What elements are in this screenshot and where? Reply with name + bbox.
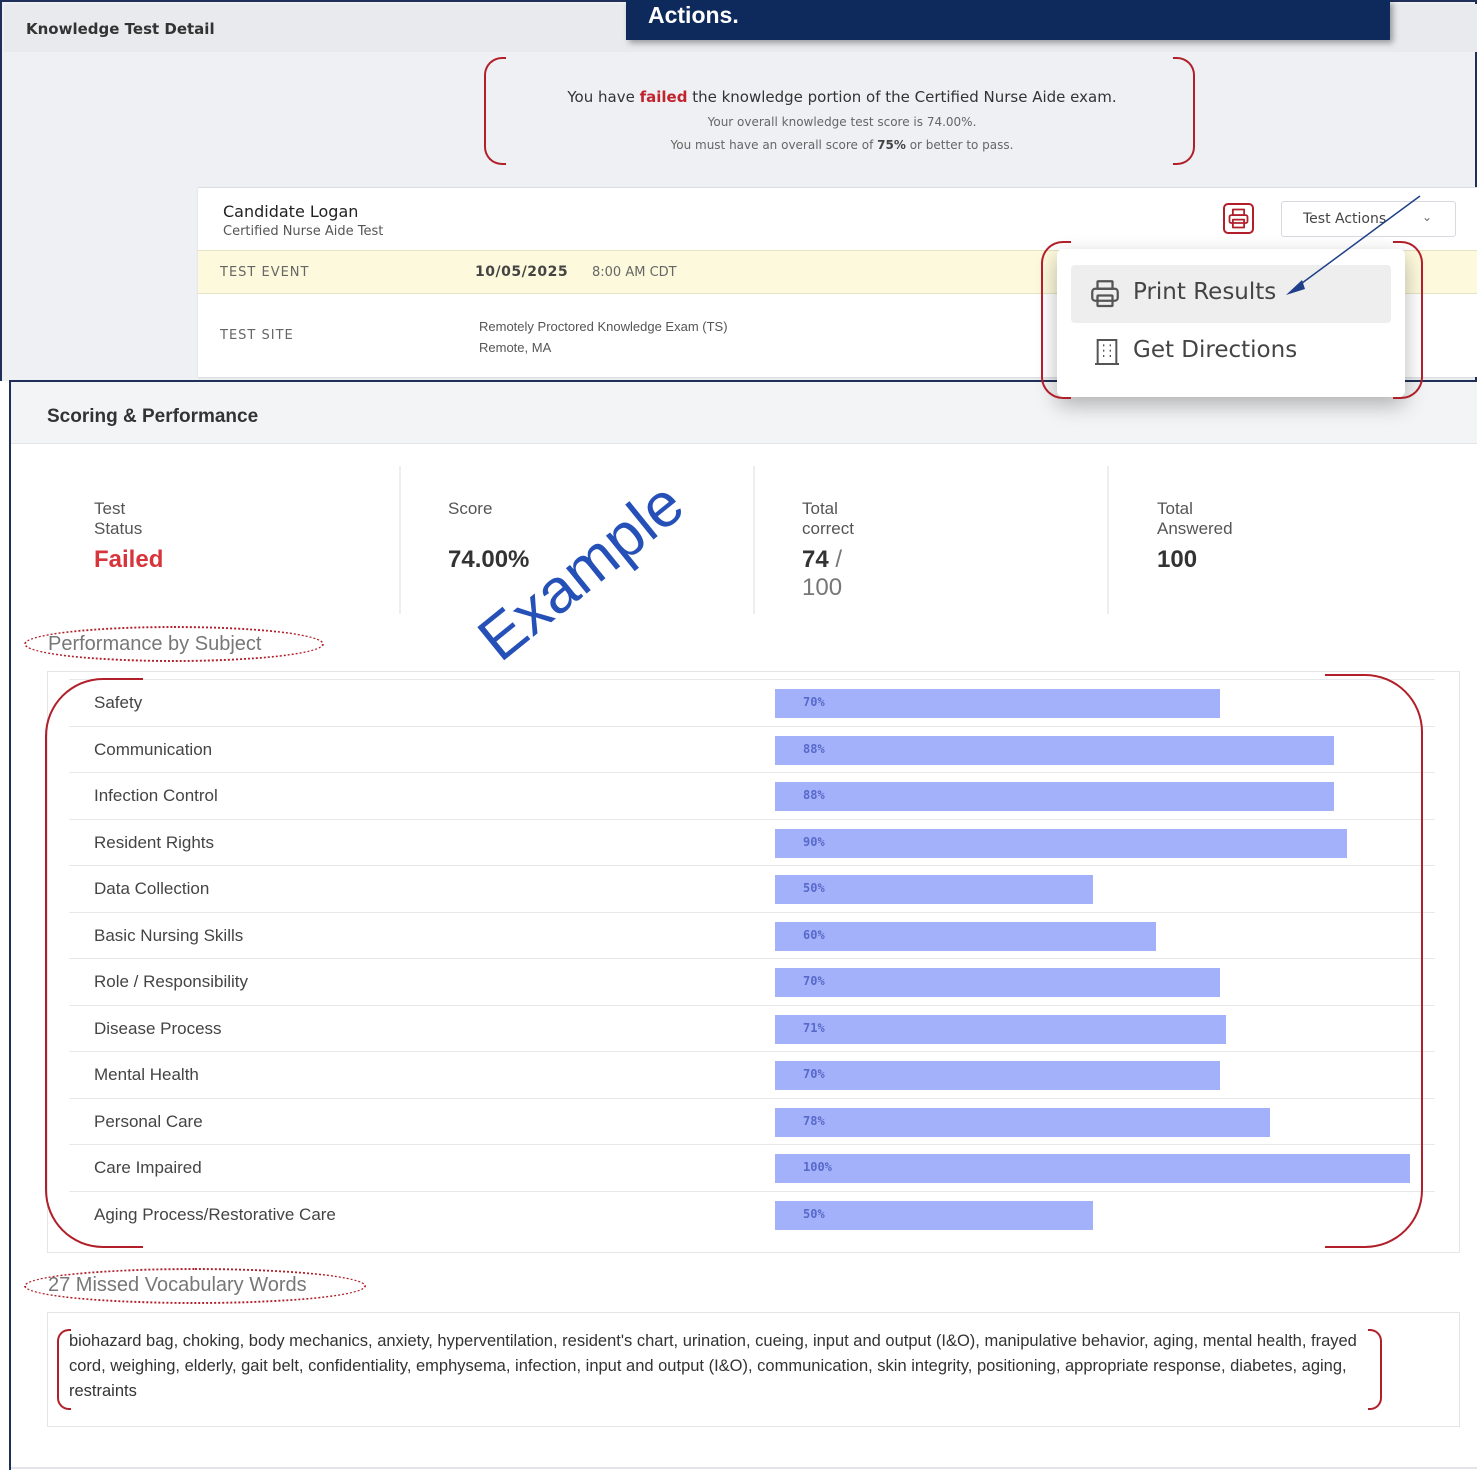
vocab-bracket-left xyxy=(57,1329,71,1410)
print-results-label: Print Results xyxy=(1133,279,1277,305)
subject-row: Infection Control 88% xyxy=(69,772,1435,819)
subject-row: Safety 70% xyxy=(69,679,1435,726)
subject-row: Role / Responsibility 70% xyxy=(69,958,1435,1005)
subject-score-label: 100% xyxy=(803,1160,832,1174)
subject-score-label: 88% xyxy=(803,741,825,756)
stat-divider xyxy=(1107,466,1109,614)
subject-row: Basic Nursing Skills 60% xyxy=(69,911,1435,959)
subject-score-label: 78% xyxy=(803,1113,825,1128)
subject-score-bar: 50% xyxy=(775,875,1093,904)
subject-score-bar: 60% xyxy=(775,921,1156,951)
test-status-value: Failed xyxy=(94,546,164,573)
subject-score-bar: 88% xyxy=(775,782,1334,811)
subject-score-bar: 78% xyxy=(775,1107,1271,1137)
subject-score-bar: 70% xyxy=(775,968,1220,997)
subject-row: Resident Rights 90% xyxy=(69,818,1435,866)
callout-text: Actions. xyxy=(648,2,739,28)
vocab-bracket-right xyxy=(1368,1329,1382,1410)
subject-row: Aging Process/Restorative Care 50% xyxy=(69,1190,1435,1238)
subject-row: Disease Process 71% xyxy=(69,1004,1435,1052)
subject-score-label: 70% xyxy=(803,1067,825,1081)
test-event-label: TEST EVENT xyxy=(220,265,310,280)
test-site-name: Remotely Proctored Knowledge Exam (TS) xyxy=(479,319,728,334)
stat-divider xyxy=(753,466,755,614)
vocabulary-title-highlight xyxy=(24,1268,366,1304)
subject-score-label: 70% xyxy=(803,695,825,709)
message-bracket-right xyxy=(1173,57,1195,165)
subject-score-label: 50% xyxy=(803,881,825,895)
chart-bracket-right xyxy=(1325,674,1423,1248)
missed-vocabulary-list: biohazard bag, choking, body mechanics, … xyxy=(69,1332,1357,1400)
subject-score-bar: 90% xyxy=(775,828,1347,858)
subject-score-label: 88% xyxy=(803,788,825,802)
subject-score-label: 70% xyxy=(803,974,825,988)
subject-score-bar: 50% xyxy=(775,1200,1093,1230)
test-site-location: Remote, MA xyxy=(479,340,552,355)
performance-title-highlight xyxy=(24,626,324,662)
message-bracket-left xyxy=(484,57,506,165)
score-value: 74.00% xyxy=(448,546,530,573)
subject-score-label: 71% xyxy=(803,1020,825,1035)
print-button[interactable] xyxy=(1223,203,1254,234)
test-event-time: 8:00 AM CDT xyxy=(592,265,677,280)
overall-score-text: Your overall knowledge test score is 74.… xyxy=(707,115,977,129)
get-directions-label: Get Directions xyxy=(1133,337,1298,363)
test-site-label: TEST SITE xyxy=(220,328,294,343)
subject-score-bar: 71% xyxy=(775,1014,1226,1044)
subject-row: Communication 88% xyxy=(69,725,1435,773)
subject-row: Mental Health 70% xyxy=(69,1051,1435,1098)
subject-row: Care Impaired 100% xyxy=(69,1144,1435,1191)
subject-score-label: 90% xyxy=(803,834,825,849)
stat-divider xyxy=(399,466,401,614)
test-name: Certified Nurse Aide Test xyxy=(223,224,384,239)
callout-banner: Actions. xyxy=(626,0,1390,40)
callout-arrow xyxy=(1286,195,1421,295)
result-message-main: You have failed the knowledge portion of… xyxy=(567,88,1117,106)
scoring-title: Scoring & Performance xyxy=(47,406,259,427)
bottom-divider xyxy=(11,1467,1477,1469)
subject-score-bar: 100% xyxy=(775,1154,1410,1183)
subject-score-label: 60% xyxy=(803,927,825,942)
printer-icon xyxy=(1091,280,1119,308)
page-title: Knowledge Test Detail xyxy=(26,20,215,38)
building-icon xyxy=(1095,339,1119,365)
test-event-date: 10/05/2025 xyxy=(475,264,569,280)
total-correct-value: 74 / 100 xyxy=(802,546,843,601)
subject-score-label: 50% xyxy=(803,1206,825,1221)
chart-bracket-left xyxy=(45,678,143,1248)
pass-threshold-text: You must have an overall score of 75% or… xyxy=(670,138,1014,152)
candidate-name: Candidate Logan xyxy=(223,202,359,221)
subject-score-bar: 70% xyxy=(775,689,1220,718)
menu-item-get-directions[interactable]: Get Directions xyxy=(1071,323,1391,381)
total-answered-value: 100 xyxy=(1157,546,1198,573)
printer-icon xyxy=(1228,208,1249,229)
subject-score-bar: 88% xyxy=(775,735,1334,765)
subject-score-bar: 70% xyxy=(775,1061,1220,1090)
failed-status-text: failed xyxy=(639,88,688,106)
subject-row: Data Collection 50% xyxy=(69,865,1435,912)
subject-row: Personal Care 78% xyxy=(69,1097,1435,1145)
result-message: You have failed the knowledge portion of… xyxy=(486,60,1198,168)
menu-bracket-left xyxy=(1041,241,1071,399)
